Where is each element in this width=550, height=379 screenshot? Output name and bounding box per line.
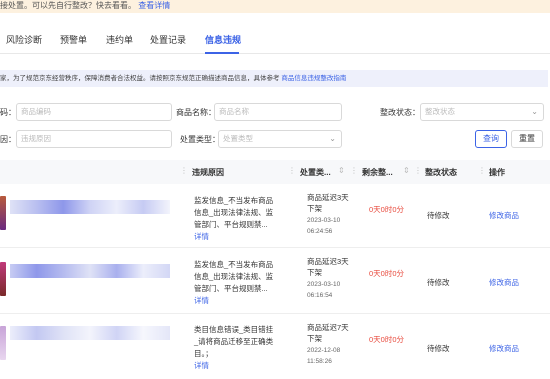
product-name-input[interactable]: 商品名称 xyxy=(214,103,342,121)
disposal-type-cell: 商品延迟7天下架 2022-12-08 11:58:26 xyxy=(307,322,355,367)
tab-warning[interactable]: 预警单 xyxy=(60,33,87,46)
table-row: 监发信息_不当发布商品信息_出现法律法规、监管部门、平台规则禁... 详情 商品… xyxy=(0,184,550,248)
product-thumbnail xyxy=(0,326,6,360)
reset-button[interactable]: 重置 xyxy=(511,130,543,148)
disposal-type-text: 商品延迟3天下架 xyxy=(307,257,349,277)
chevron-down-icon: ⌄ xyxy=(329,134,336,143)
product-info-blurred xyxy=(10,264,170,278)
edit-product-link[interactable]: 修改商品 xyxy=(489,210,519,221)
edit-product-link[interactable]: 修改商品 xyxy=(489,343,519,354)
chevron-down-icon: ⌄ xyxy=(531,107,538,116)
query-button[interactable]: 查询 xyxy=(475,130,507,148)
status-text: 待修改 xyxy=(427,344,450,353)
product-thumbnail xyxy=(0,262,6,296)
status-text: 待修改 xyxy=(427,211,450,220)
disposal-time: 2022-12-08 11:58:26 xyxy=(307,347,341,365)
table-row: 监发信息_不当发布商品信息_出现法律法规、监管部门、平台规则禁... 详情 商品… xyxy=(0,248,550,314)
violation-reason-text: 监发信息_不当发布商品信息_出现法律法规、监管部门、平台规则禁... xyxy=(194,260,274,293)
tab-breach[interactable]: 违约单 xyxy=(106,33,133,46)
status-placeholder: 整改状态 xyxy=(425,107,455,116)
remaining-time: 0天0时0分 xyxy=(369,205,405,214)
col-violation-reason: 违规原因 xyxy=(192,168,224,177)
product-code-input[interactable]: 商品编码 xyxy=(16,103,172,121)
product-info-blurred xyxy=(10,326,170,340)
column-separator: ⋮ xyxy=(288,166,296,175)
notice-banner: 接处置。可以先自行整改？快去看看。 查看详情 xyxy=(0,0,550,13)
status-text: 待修改 xyxy=(427,278,450,287)
code-label: 码： xyxy=(0,108,16,117)
violation-reason-cell: 监发信息_不当发布商品信息_出现法律法规、监管部门、平台规则禁... 详情 xyxy=(194,195,276,243)
disposal-type-label: 处置类型： xyxy=(180,135,220,144)
product-info-blurred xyxy=(10,200,170,214)
col-action: 操作 xyxy=(489,168,505,177)
remaining-time: 0天0时0分 xyxy=(369,269,405,278)
col-disposal-type[interactable]: 处置类... xyxy=(300,167,331,178)
product-code-placeholder: 商品编码 xyxy=(21,107,51,116)
disposal-type-cell: 商品延迟3天下架 2023-03-10 06:16:54 xyxy=(307,256,355,301)
detail-link[interactable]: 详情 xyxy=(194,295,276,307)
detail-link[interactable]: 详情 xyxy=(194,360,276,372)
guide-link[interactable]: 商品信息违规整改指南 xyxy=(281,75,346,82)
disposal-type-text: 商品延迟3天下架 xyxy=(307,193,349,213)
sort-icon[interactable]: ⇕ xyxy=(338,166,345,175)
tab-bar: 风险诊断 预警单 违约单 处置记录 信息违规 xyxy=(0,26,550,54)
violation-reason-input[interactable]: 违规原因 xyxy=(16,130,172,148)
table-header: ⋮ 违规原因 ⋮ 处置类... ⇕ ⋮ 剩余整... ⇕ ⋮ 整改状态 ⋮ 操作 xyxy=(0,160,550,184)
col-remaining-time[interactable]: 剩余整... xyxy=(362,167,393,178)
info-text: 家，为了规范京东经营秩序，保障消费者合法权益。请按照京东规范正确描述商品信息，具… xyxy=(0,75,280,82)
tab-disposal-records[interactable]: 处置记录 xyxy=(150,33,186,46)
tab-info-violation[interactable]: 信息违规 xyxy=(205,33,241,46)
col-status: 整改状态 xyxy=(425,168,457,177)
remaining-time: 0天0时0分 xyxy=(369,335,405,344)
detail-link[interactable]: 详情 xyxy=(194,231,276,243)
product-thumbnail xyxy=(0,196,6,230)
product-name-label: 商品名称： xyxy=(176,108,216,117)
column-separator: ⋮ xyxy=(180,166,188,175)
column-separator: ⋮ xyxy=(478,166,486,175)
edit-product-link[interactable]: 修改商品 xyxy=(489,277,519,288)
status-select[interactable]: 整改状态 ⌄ xyxy=(420,103,544,121)
sort-icon[interactable]: ⇕ xyxy=(403,166,410,175)
violation-reason-cell: 监发信息_不当发布商品信息_出现法律法规、监管部门、平台规则禁... 详情 xyxy=(194,259,276,307)
notice-text: 接处置。可以先自行整改？快去看看。 xyxy=(0,1,136,10)
product-name-placeholder: 商品名称 xyxy=(219,107,249,116)
violation-reason-text: 类目信息错误_类目错挂_请将商品迁移至正确类目。； xyxy=(194,325,274,358)
disposal-time: 2023-03-10 06:16:54 xyxy=(307,281,341,299)
table-row: 类目信息错误_类目错挂_请将商品迁移至正确类目。； 详情 商品延迟7天下架 20… xyxy=(0,314,550,379)
violation-reason-text: 监发信息_不当发布商品信息_出现法律法规、监管部门、平台规则禁... xyxy=(194,196,274,229)
disposal-type-cell: 商品延迟3天下架 2023-03-10 06:24:56 xyxy=(307,192,355,237)
reason-label: 因： xyxy=(0,135,16,144)
disposal-type-text: 商品延迟7天下架 xyxy=(307,323,349,343)
violation-reason-placeholder: 违规原因 xyxy=(21,134,51,143)
notice-detail-link[interactable]: 查看详情 xyxy=(138,1,170,10)
column-separator: ⋮ xyxy=(350,166,358,175)
active-tab-indicator xyxy=(205,52,239,54)
violation-reason-cell: 类目信息错误_类目错挂_请将商品迁移至正确类目。； 详情 xyxy=(194,324,276,372)
tab-risk-diagnosis[interactable]: 风险诊断 xyxy=(6,33,42,46)
disposal-type-placeholder: 处置类型 xyxy=(223,134,253,143)
info-bar: 家，为了规范京东经营秩序，保障消费者合法权益。请按照京东规范正确描述商品信息，具… xyxy=(0,70,548,87)
disposal-type-select[interactable]: 处置类型 ⌄ xyxy=(218,130,342,148)
status-label: 整改状态： xyxy=(380,108,420,117)
column-separator: ⋮ xyxy=(414,166,422,175)
disposal-time: 2023-03-10 06:24:56 xyxy=(307,217,341,235)
